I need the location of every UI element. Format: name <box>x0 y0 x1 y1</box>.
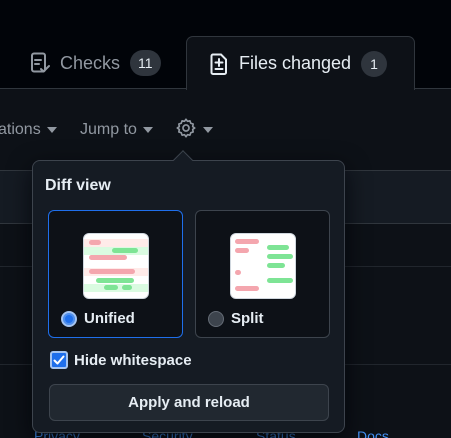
unified-radio-row[interactable]: Unified <box>61 310 135 327</box>
jump-to-dropdown[interactable]: Jump to <box>80 121 153 139</box>
chevron-down-icon <box>46 127 57 133</box>
file-diff-icon <box>209 53 229 75</box>
annotations-dropdown[interactable]: ations <box>0 121 57 139</box>
tab-files-count: 1 <box>361 50 388 77</box>
diff-settings-button[interactable] <box>175 117 213 144</box>
tab-checks[interactable]: Checks 11 <box>30 36 161 90</box>
unified-preview-icon <box>83 233 149 299</box>
annotations-label: ations <box>0 121 41 138</box>
hide-whitespace-label: Hide whitespace <box>74 351 192 369</box>
tab-files-changed[interactable]: Files changed 1 <box>186 36 415 90</box>
tab-bar: Checks 11 Files changed 1 <box>0 0 451 90</box>
popover-title: Diff view <box>45 177 111 194</box>
split-radio[interactable] <box>208 310 224 327</box>
hide-whitespace-checkbox[interactable] <box>50 351 68 369</box>
split-option[interactable]: Split <box>195 210 330 338</box>
tab-files-label: Files changed <box>239 53 352 73</box>
footer-link-docs[interactable]: Docs <box>357 428 389 438</box>
split-radio-row[interactable]: Split <box>208 310 264 327</box>
unified-radio[interactable] <box>61 310 77 327</box>
chevron-down-icon <box>203 127 213 133</box>
check-icon <box>53 355 65 365</box>
split-label: Split <box>231 310 264 327</box>
tab-checks-count: 11 <box>130 50 161 76</box>
diff-view-popover: Diff view Unified Split Hide whitespace … <box>32 150 345 433</box>
split-preview-icon <box>230 233 296 299</box>
gear-icon <box>175 117 197 144</box>
apply-and-reload-button[interactable]: Apply and reload <box>49 384 329 421</box>
jump-to-label: Jump to <box>80 121 137 138</box>
tab-checks-label: Checks <box>60 52 121 73</box>
checklist-icon <box>30 52 50 74</box>
hide-whitespace-row[interactable]: Hide whitespace <box>50 351 192 369</box>
files-toolbar: ations Jump to <box>0 110 451 150</box>
chevron-down-icon <box>142 127 153 133</box>
popover-arrow <box>173 150 193 170</box>
unified-label: Unified <box>84 310 135 327</box>
unified-option[interactable]: Unified <box>48 210 183 338</box>
